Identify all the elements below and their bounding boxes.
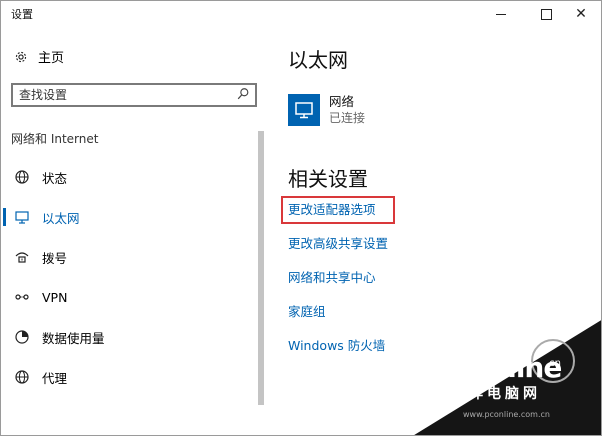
sidebar-item-status[interactable]: 状态 bbox=[1, 157, 257, 197]
window-title: 设置 bbox=[11, 8, 33, 21]
network-text: 网络 已连接 bbox=[329, 94, 365, 126]
sidebar-item-label: VPN bbox=[42, 289, 68, 305]
ethernet-icon bbox=[15, 211, 29, 224]
sidebar-scrollbar[interactable] bbox=[258, 131, 264, 405]
search-input[interactable] bbox=[19, 87, 219, 103]
sidebar-item-label: 以太网 bbox=[42, 210, 80, 226]
watermark-url: www.pconline.com.cn bbox=[463, 410, 550, 419]
link-windows-firewall[interactable]: Windows 防火墙 bbox=[288, 334, 388, 368]
watermark-subtitle: 太平洋电脑网 bbox=[433, 386, 541, 402]
highlight-box bbox=[281, 196, 395, 224]
network-name: 网络 bbox=[329, 94, 355, 109]
maximize-icon bbox=[540, 8, 552, 20]
link-network-sharing-center[interactable]: 网络和共享中心 bbox=[288, 266, 388, 300]
sidebar-item-ethernet[interactable]: 以太网 bbox=[1, 197, 257, 237]
sidebar-item-data-usage[interactable]: 数据使用量 bbox=[1, 317, 257, 357]
network-tile bbox=[288, 94, 320, 126]
vpn-icon bbox=[15, 294, 29, 300]
maximize-button[interactable] bbox=[526, 1, 566, 27]
network-status: 已连接 bbox=[329, 111, 366, 125]
minimize-icon bbox=[496, 13, 506, 15]
section-title: 网络和 Internet bbox=[11, 132, 99, 146]
settings-window: 设置 ✕ 主页 网络和 Internet bbox=[0, 0, 602, 436]
link-advanced-sharing[interactable]: 更改高级共享设置 bbox=[288, 232, 388, 266]
sidebar-item-proxy[interactable]: 代理 bbox=[1, 357, 257, 397]
search-box[interactable] bbox=[11, 83, 257, 107]
close-button[interactable]: ✕ bbox=[561, 1, 601, 27]
sidebar-item-label: 拨号 bbox=[42, 250, 68, 266]
home-label: 主页 bbox=[38, 51, 65, 66]
data-usage-icon bbox=[15, 330, 29, 344]
title-bar: 设置 ✕ bbox=[1, 1, 601, 27]
sidebar-item-label: 状态 bbox=[42, 170, 68, 186]
dialup-icon bbox=[15, 252, 29, 263]
search-icon[interactable] bbox=[236, 87, 250, 101]
sidebar-item-label: 数据使用量 bbox=[42, 330, 105, 346]
watermark-logo: PConline bbox=[431, 351, 562, 384]
close-icon: ✕ bbox=[575, 6, 587, 22]
network-entry[interactable]: 网络 已连接 bbox=[288, 94, 365, 126]
minimize-button[interactable] bbox=[481, 1, 521, 27]
nav-list: 状态 以太网 拨号 VPN 数据使用量 代理 bbox=[1, 157, 257, 397]
link-homegroup[interactable]: 家庭组 bbox=[288, 300, 388, 334]
sidebar-item-label: 代理 bbox=[42, 370, 68, 386]
watermark-logo-suffix: .cn bbox=[546, 358, 562, 369]
related-settings-title: 相关设置 bbox=[288, 167, 368, 191]
monitor-icon bbox=[295, 102, 313, 119]
sidebar-item-dialup[interactable]: 拨号 bbox=[1, 237, 257, 277]
page-title: 以太网 bbox=[288, 48, 348, 72]
sidebar: 主页 网络和 Internet 状态 bbox=[1, 27, 269, 435]
home-nav-item[interactable]: 主页 bbox=[14, 47, 64, 66]
globe-status-icon bbox=[15, 170, 29, 184]
globe-proxy-icon bbox=[15, 370, 29, 384]
sidebar-item-vpn[interactable]: VPN bbox=[1, 277, 257, 317]
gear-icon bbox=[15, 51, 27, 62]
